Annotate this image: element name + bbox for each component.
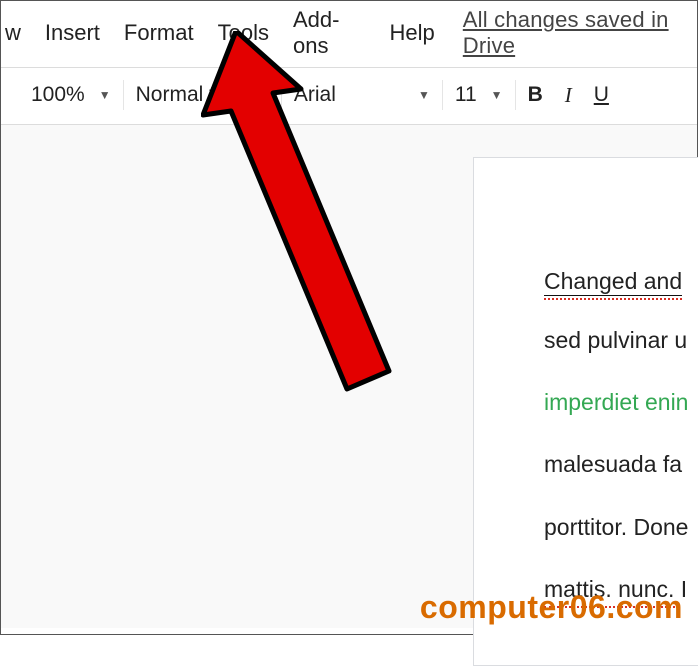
bold-button[interactable]: B [528, 83, 543, 107]
italic-button[interactable]: I [565, 83, 572, 108]
document-canvas[interactable]: Changed and sed pulvinar u imperdiet eni… [1, 125, 697, 628]
paragraph-style-dropdown[interactable]: Normal text ▼ [124, 83, 281, 107]
zoom-dropdown[interactable]: 100% ▼ [19, 83, 123, 107]
save-status[interactable]: All changes saved in Drive [463, 7, 697, 59]
menu-addons[interactable]: Add-ons [293, 7, 366, 59]
zoom-value: 100% [31, 83, 85, 107]
toolbar: 100% ▼ Normal text ▼ Arial ▼ 11 ▼ B I U [1, 68, 697, 124]
font-size-dropdown[interactable]: 11 ▼ [443, 83, 515, 107]
document-line: imperdiet enin [544, 386, 698, 418]
chevron-down-icon: ▼ [99, 88, 111, 102]
menubar: w Insert Format Tools Add-ons Help All c… [1, 1, 697, 67]
menu-format[interactable]: Format [124, 20, 194, 46]
chevron-down-icon: ▼ [418, 88, 430, 102]
document-line: porttitor. Done [544, 511, 698, 543]
chevron-down-icon: ▼ [257, 88, 269, 102]
font-dropdown[interactable]: Arial ▼ [282, 83, 442, 107]
menu-tools[interactable]: Tools [218, 20, 269, 46]
paragraph-style-value: Normal text [136, 83, 243, 107]
menu-view[interactable]: w [5, 20, 21, 46]
menu-help[interactable]: Help [390, 20, 435, 46]
chevron-down-icon: ▼ [491, 88, 503, 102]
font-value: Arial [294, 83, 336, 107]
document-line: malesuada fa [544, 448, 698, 480]
font-size-value: 11 [455, 83, 477, 107]
document-line: sed pulvinar u [544, 324, 698, 356]
menu-insert[interactable]: Insert [45, 20, 100, 46]
underline-button[interactable]: U [594, 83, 609, 107]
watermark-text: computer06.com [420, 589, 683, 626]
document-heading: Changed and [544, 268, 682, 296]
